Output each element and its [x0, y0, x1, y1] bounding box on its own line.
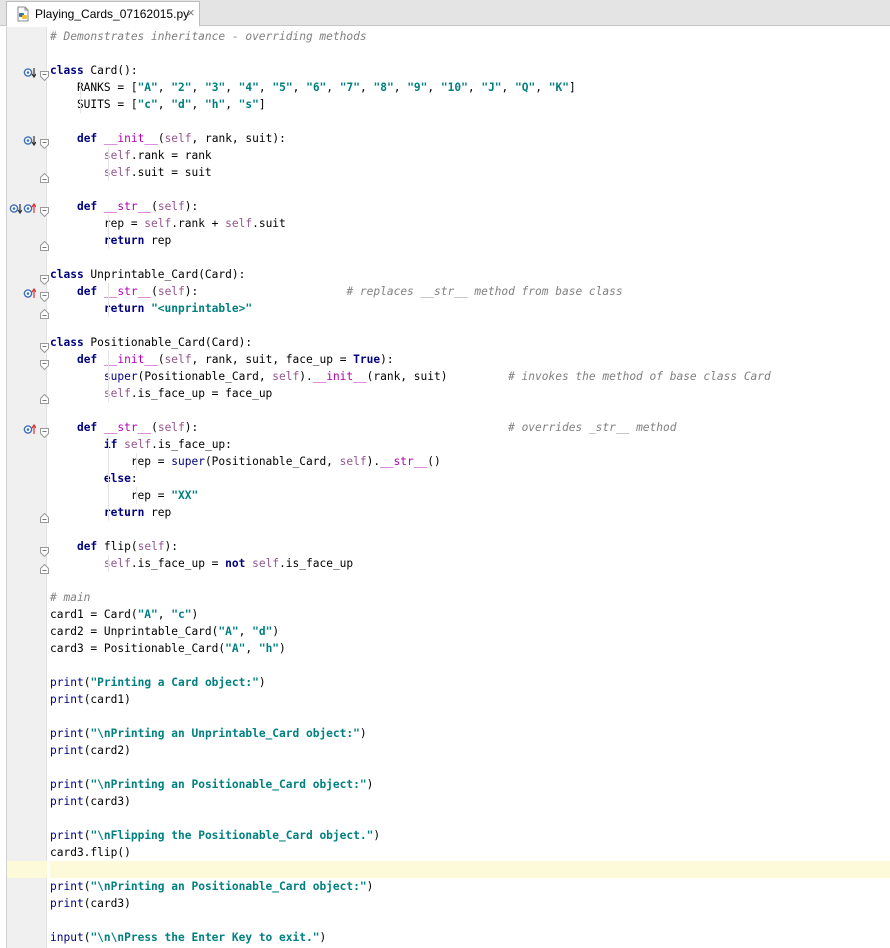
code-line[interactable]: print(card3) [50, 895, 890, 912]
code-line[interactable] [50, 45, 890, 62]
code-line[interactable]: print("Printing a Card object:") [50, 674, 890, 691]
code-line[interactable]: if self.is_face_up: [50, 436, 890, 453]
indent-guide [108, 147, 109, 181]
fold-open-icon[interactable] [40, 66, 49, 82]
overridden-down-icon[interactable] [23, 64, 37, 79]
fold-open-icon[interactable] [40, 202, 49, 218]
indent-guide [108, 215, 109, 249]
code-line[interactable]: card1 = Card("A", "c") [50, 606, 890, 623]
code-line[interactable]: class Positionable_Card(Card): [50, 334, 890, 351]
code-area[interactable]: # Demonstrates inheritance - overriding … [50, 27, 890, 948]
code-line[interactable]: return rep [50, 504, 890, 521]
code-line[interactable]: SUITS = ["c", "d", "h", "s"] [50, 96, 890, 113]
code-line[interactable]: print("\nFlipping the Positionable_Card … [50, 827, 890, 844]
code-line[interactable]: def __init__(self, rank, suit, face_up =… [50, 351, 890, 368]
fold-close-icon[interactable] [40, 304, 49, 319]
fold-close-icon[interactable] [40, 168, 49, 183]
indent-guide [80, 79, 81, 113]
code-line[interactable]: card3.flip() [50, 844, 890, 861]
code-line[interactable]: class Unprintable_Card(Card): [50, 266, 890, 283]
code-line[interactable] [50, 317, 890, 334]
editor-tab-bar: Playing_Cards_07162015.py × [0, 0, 890, 26]
code-line[interactable]: rep = super(Positionable_Card, self).__s… [50, 453, 890, 470]
code-line[interactable] [50, 113, 890, 130]
code-line[interactable] [50, 402, 890, 419]
indent-guide [108, 436, 109, 521]
fold-open-icon[interactable] [40, 287, 49, 303]
code-line[interactable]: def __str__(self): # replaces __str__ me… [50, 283, 890, 300]
code-line[interactable]: input("\n\nPress the Enter Key to exit."… [50, 929, 890, 946]
code-line[interactable] [50, 572, 890, 589]
fold-open-icon[interactable] [40, 355, 49, 371]
code-line[interactable]: print(card1) [50, 691, 890, 708]
code-line[interactable]: return "<unprintable>" [50, 300, 890, 317]
current-line-gutter-highlight [7, 861, 47, 878]
code-line[interactable]: rep = "XX" [50, 487, 890, 504]
code-line[interactable]: def __str__(self): [50, 198, 890, 215]
code-line[interactable]: card2 = Unprintable_Card("A", "d") [50, 623, 890, 640]
fold-open-icon[interactable] [40, 134, 49, 150]
code-line[interactable] [50, 912, 890, 929]
code-line[interactable]: # Demonstrates inheritance - overriding … [50, 28, 890, 45]
code-line[interactable]: print(card3) [50, 793, 890, 810]
overrides-up-icon[interactable] [23, 200, 37, 213]
overridden-down-icon[interactable] [23, 132, 37, 147]
fold-open-icon[interactable] [40, 423, 49, 439]
code-line[interactable]: print("\nPrinting an Unprintable_Card ob… [50, 725, 890, 742]
code-line[interactable]: def __init__(self, rank, suit): [50, 130, 890, 147]
file-tab[interactable]: Playing_Cards_07162015.py × [6, 1, 200, 26]
code-line[interactable]: else: [50, 470, 890, 487]
code-line[interactable] [50, 861, 890, 878]
indent-guide [108, 555, 109, 572]
fold-open-icon[interactable] [40, 542, 49, 558]
indent-guide [136, 453, 137, 470]
code-line[interactable]: self.is_face_up = not self.is_face_up [50, 555, 890, 572]
fold-close-icon[interactable] [40, 559, 49, 574]
code-line[interactable]: super(Positionable_Card, self).__init__(… [50, 368, 890, 385]
code-line[interactable]: def flip(self): [50, 538, 890, 555]
indent-guide [136, 487, 137, 504]
code-line[interactable]: def __str__(self): # overrides _str__ me… [50, 419, 890, 436]
indent-guide [108, 283, 109, 317]
code-line[interactable]: # main [50, 589, 890, 606]
overridden-down-icon[interactable] [9, 200, 23, 215]
code-line[interactable]: RANKS = ["A", "2", "3", "4", "5", "6", "… [50, 79, 890, 96]
code-line[interactable] [50, 657, 890, 674]
code-line[interactable]: print("\nPrinting an Positionable_Card o… [50, 878, 890, 895]
code-line[interactable]: rep = self.rank + self.suit [50, 215, 890, 232]
code-line[interactable]: card3 = Positionable_Card("A", "h") [50, 640, 890, 657]
code-line[interactable]: self.suit = suit [50, 164, 890, 181]
code-line[interactable]: print("\nPrinting an Positionable_Card o… [50, 776, 890, 793]
indent-guide [108, 351, 109, 402]
code-line[interactable]: print(card2) [50, 742, 890, 759]
code-line[interactable] [50, 759, 890, 776]
code-line[interactable]: self.is_face_up = face_up [50, 385, 890, 402]
code-line[interactable] [50, 521, 890, 538]
code-line[interactable] [50, 181, 890, 198]
fold-close-icon[interactable] [40, 389, 49, 404]
fold-open-icon[interactable] [40, 338, 49, 354]
code-editor[interactable]: # Demonstrates inheritance - overriding … [6, 27, 890, 948]
close-tab-icon[interactable]: × [187, 5, 195, 20]
editor-gutter[interactable] [7, 27, 49, 948]
code-line[interactable]: class Card(): [50, 62, 890, 79]
code-line[interactable] [50, 810, 890, 827]
code-line[interactable] [50, 249, 890, 266]
code-line[interactable]: return rep [50, 232, 890, 249]
code-line[interactable] [50, 708, 890, 725]
fold-close-icon[interactable] [40, 508, 49, 523]
python-file-icon [15, 6, 31, 22]
overrides-up-icon[interactable] [23, 285, 37, 298]
file-tab-title: Playing_Cards_07162015.py [35, 7, 190, 21]
fold-close-icon[interactable] [40, 236, 49, 251]
fold-open-icon[interactable] [40, 270, 49, 286]
overrides-up-icon[interactable] [23, 421, 37, 434]
code-line[interactable]: self.rank = rank [50, 147, 890, 164]
